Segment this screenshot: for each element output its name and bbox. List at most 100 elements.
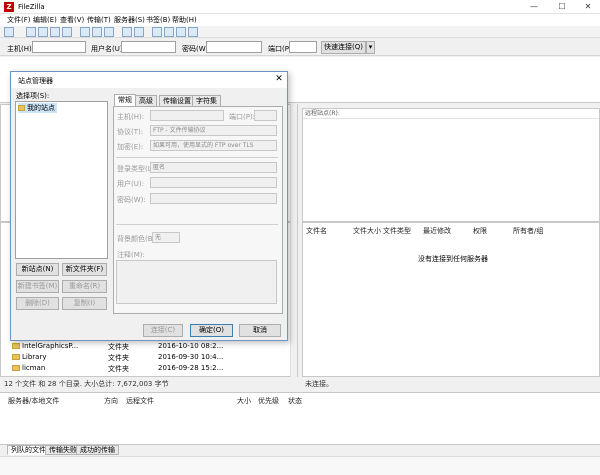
menu-file[interactable]: 文件(F) [7, 15, 31, 25]
bg-color-select[interactable]: 无 [152, 232, 180, 243]
dialog-close-icon[interactable]: ✕ [273, 73, 285, 85]
rename-button[interactable]: 重命名(R) [62, 280, 107, 293]
queue-col-size[interactable]: 大小 [237, 396, 251, 406]
remote-tree-icon[interactable] [50, 27, 60, 37]
tab-successful-transfers[interactable]: 成功的传输 [76, 445, 119, 455]
process-queue-icon[interactable] [92, 27, 102, 37]
queue-col-priority[interactable]: 优先级 [258, 396, 279, 406]
folder-icon [12, 343, 20, 349]
file-modified: 2016-09-30 10:4... [158, 353, 224, 361]
message-log-icon[interactable] [26, 27, 36, 37]
directory-listing-filter-icon[interactable] [152, 27, 162, 37]
not-connected-message: 没有连接到任何服务器 [418, 255, 488, 263]
password-input[interactable] [206, 41, 262, 53]
maximize-button[interactable]: ☐ [548, 0, 576, 14]
new-folder-button[interactable]: 新文件夹(F) [62, 263, 107, 276]
tab-queued-files[interactable]: 列队的文件 [7, 445, 50, 455]
list-item[interactable]: Library [12, 353, 112, 363]
quickconnect-button[interactable]: 快速连接(Q) [321, 41, 366, 54]
remote-tree-pane [302, 108, 600, 222]
delete-button[interactable]: 删除(D) [16, 297, 59, 310]
remote-site-label: 远程站点(R): [303, 109, 599, 119]
remote-col-permissions[interactable]: 权限 [473, 226, 487, 236]
site-tree[interactable] [15, 101, 108, 259]
remote-col-size[interactable]: 文件大小 [353, 226, 381, 236]
copy-button[interactable]: 复制(I) [62, 297, 107, 310]
site-tree-item-my-sites[interactable]: 我的站点 [18, 103, 57, 113]
encryption-label: 加密(E): [117, 143, 144, 151]
quickconnect-dropdown[interactable]: ▾ [366, 41, 375, 54]
divider [116, 157, 278, 158]
compare-icon[interactable] [164, 27, 174, 37]
comments-textarea[interactable] [116, 260, 277, 304]
host-input[interactable] [32, 41, 86, 53]
list-item[interactable]: IntelGraphicsP... [12, 342, 112, 352]
file-type: 文件夹 [108, 343, 129, 351]
port-input[interactable] [289, 41, 317, 53]
new-bookmark-button[interactable]: 新建书签(M) [16, 280, 59, 293]
close-window-button[interactable]: ✕ [574, 0, 600, 14]
protocol-label: 协议(T): [117, 128, 144, 136]
folder-icon [12, 354, 20, 360]
site-host-input[interactable] [150, 110, 224, 121]
search-icon[interactable] [188, 27, 198, 37]
cancel-button[interactable]: 取消 [239, 324, 281, 337]
queue-col-direction[interactable]: 方向 [104, 396, 118, 406]
site-manager-icon[interactable] [4, 27, 14, 37]
file-name: licman [22, 364, 46, 372]
minimize-button[interactable]: — [520, 0, 548, 14]
menu-edit[interactable]: 编辑(E) [33, 15, 57, 25]
local-tree-scrollbar[interactable] [290, 104, 297, 222]
refresh-icon[interactable] [80, 27, 90, 37]
remote-col-name[interactable]: 文件名 [306, 226, 327, 236]
toolbar [0, 26, 600, 38]
title-bar [0, 0, 600, 14]
reconnect-icon[interactable] [134, 27, 144, 37]
tab-transfer-settings[interactable]: 传输设置 [159, 95, 195, 106]
remote-col-owner[interactable]: 所有者/组 [513, 226, 543, 236]
host-field-label: 主机(H): [117, 113, 145, 121]
tab-advanced[interactable]: 高级 [135, 95, 157, 106]
tab-general[interactable]: 常规 [114, 94, 136, 106]
queue-col-status[interactable]: 状态 [288, 396, 302, 406]
local-list-scrollbar[interactable] [290, 222, 297, 377]
menu-bookmarks[interactable]: 书签(B) [146, 15, 170, 25]
ok-button[interactable]: 确定(O) [190, 324, 233, 337]
remote-col-modified[interactable]: 最近修改 [423, 226, 451, 236]
remote-col-type[interactable]: 文件类型 [383, 226, 411, 236]
logon-type-select[interactable]: 匿名 [150, 162, 277, 173]
site-port-input[interactable] [254, 110, 277, 121]
menu-view[interactable]: 查看(V) [60, 15, 84, 25]
filezilla-logo-icon: Z [4, 2, 14, 12]
user-label: 用户(U): [117, 180, 144, 188]
connect-button[interactable]: 连接(C) [143, 324, 183, 337]
username-input[interactable] [121, 41, 176, 53]
file-modified: 2016-10-10 08:2... [158, 342, 224, 350]
local-tree-icon[interactable] [38, 27, 48, 37]
folder-icon [12, 365, 20, 371]
new-site-button[interactable]: 新站点(N) [16, 263, 59, 276]
protocol-select[interactable]: FTP - 文件传输协议 [150, 125, 277, 136]
cancel-icon[interactable] [104, 27, 114, 37]
queue-col-remote-file[interactable]: 远程文件 [126, 396, 154, 406]
password-field-input[interactable] [150, 193, 277, 204]
menu-transfer[interactable]: 传输(T) [87, 15, 111, 25]
site-tree-label: 选择项(S): [16, 92, 50, 100]
password-field-label: 密码(W): [117, 196, 146, 204]
username-label: 用户名(U): [91, 45, 125, 53]
queue-col-server-file[interactable]: 服务器/本地文件 [8, 396, 59, 406]
menu-server[interactable]: 服务器(S) [114, 15, 145, 25]
menu-help[interactable]: 帮助(H) [172, 15, 197, 25]
folder-icon [18, 105, 25, 111]
dialog-title: 站点管理器 [18, 77, 53, 85]
list-item[interactable]: licman [12, 364, 112, 374]
sync-browse-icon[interactable] [176, 27, 186, 37]
encryption-select[interactable]: 如果可用，使用显式的 FTP over TLS [150, 140, 277, 151]
tab-charset[interactable]: 字符集 [192, 95, 221, 106]
file-type: 文件夹 [108, 365, 129, 373]
disconnect-icon[interactable] [122, 27, 132, 37]
transfer-queue-icon[interactable] [62, 27, 72, 37]
user-input[interactable] [150, 177, 277, 188]
file-name: Library [22, 353, 47, 361]
port-field-label: 端口(P): [229, 113, 256, 121]
